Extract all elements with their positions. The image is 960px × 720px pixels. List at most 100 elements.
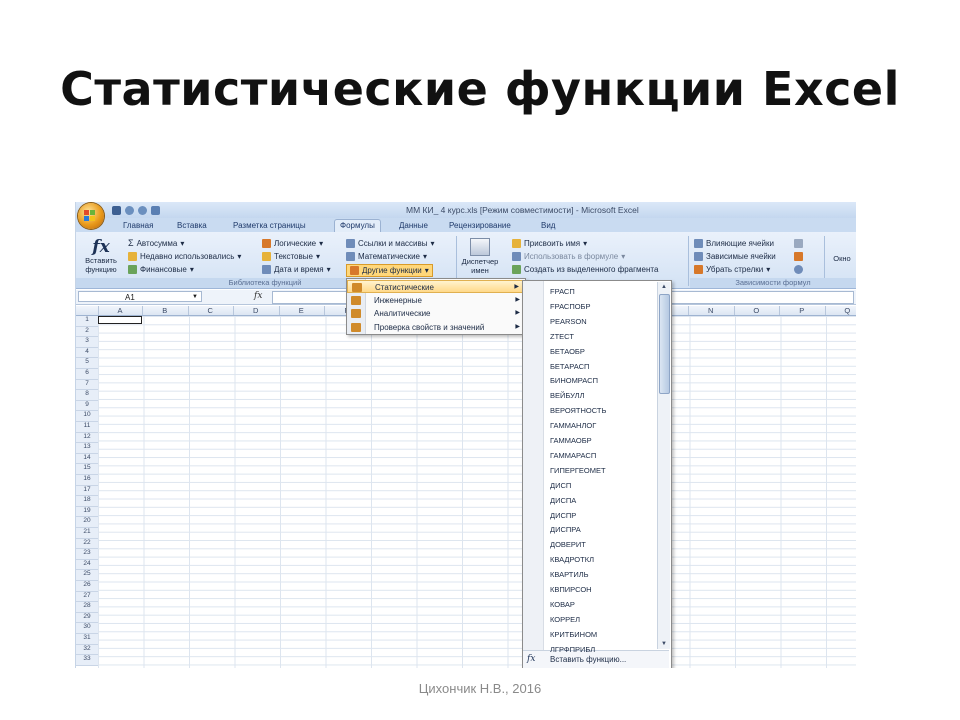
error-checking-icon[interactable] bbox=[794, 251, 803, 262]
row-header[interactable]: 1 bbox=[76, 316, 98, 327]
recent-functions-button[interactable]: Недавно использовались ▾ bbox=[128, 251, 241, 262]
insert-function-button[interactable]: fx Вставить функцию bbox=[82, 238, 120, 274]
autosum-button[interactable]: Σ Автосумма ▾ bbox=[128, 238, 184, 249]
row-header[interactable]: 2 bbox=[76, 326, 98, 338]
function-item[interactable]: ДОВЕРИТ bbox=[550, 537, 650, 552]
math-functions-button[interactable]: Математические ▾ bbox=[346, 251, 427, 262]
row-header[interactable]: 18 bbox=[76, 496, 98, 507]
use-in-formula-button[interactable]: Использовать в формуле ▾ bbox=[512, 251, 625, 262]
function-item[interactable]: PEARSON bbox=[550, 314, 650, 329]
name-box[interactable]: A1 ▼ bbox=[78, 291, 202, 302]
datetime-functions-button[interactable]: Дата и время ▾ bbox=[262, 264, 331, 275]
row-header[interactable]: 8 bbox=[76, 390, 98, 401]
column-header-c[interactable]: C bbox=[188, 306, 234, 315]
menu-item[interactable]: Статистические ▶ bbox=[347, 280, 525, 293]
row-header[interactable]: 3 bbox=[76, 337, 98, 348]
menu-item[interactable]: Аналитические ▶ bbox=[347, 307, 525, 320]
menu-item[interactable]: Инженерные ▶ bbox=[347, 294, 525, 307]
column-header-p[interactable]: P bbox=[779, 306, 826, 315]
function-item[interactable]: КРИТБИНОМ bbox=[550, 627, 650, 642]
row-header[interactable]: 33 bbox=[76, 655, 98, 666]
row-header[interactable]: 25 bbox=[76, 570, 98, 581]
row-header[interactable]: 22 bbox=[76, 538, 98, 550]
scroll-up-icon[interactable]: ▲ bbox=[660, 283, 668, 291]
show-formulas-icon[interactable] bbox=[794, 238, 803, 249]
function-item[interactable]: КОРРЕЛ bbox=[550, 612, 650, 627]
row-header[interactable]: 4 bbox=[76, 347, 98, 359]
row-header[interactable]: 32 bbox=[76, 644, 98, 656]
column-header-n[interactable]: N bbox=[688, 306, 735, 315]
row-header[interactable]: 19 bbox=[76, 506, 98, 518]
function-item[interactable]: ВЕРОЯТНОСТЬ bbox=[550, 403, 650, 418]
row-header[interactable]: 7 bbox=[76, 379, 98, 391]
active-cell-a1[interactable] bbox=[98, 316, 142, 324]
insert-function-fx-icon[interactable]: fx bbox=[254, 291, 270, 302]
lookup-functions-button[interactable]: Ссылки и массивы ▾ bbox=[346, 238, 435, 249]
function-item[interactable]: ГАММАНЛОГ bbox=[550, 418, 650, 433]
row-header[interactable]: 31 bbox=[76, 634, 98, 645]
function-item[interactable]: ГАММАРАСП bbox=[550, 448, 650, 463]
row-header[interactable]: 10 bbox=[76, 411, 98, 422]
worksheet-grid[interactable] bbox=[98, 316, 856, 668]
row-header[interactable]: 17 bbox=[76, 485, 98, 497]
tab-formulas[interactable]: Формулы bbox=[334, 219, 381, 232]
function-item[interactable]: КОВАР bbox=[550, 597, 650, 612]
trace-dependents-button[interactable]: Зависимые ячейки bbox=[694, 251, 776, 262]
row-header[interactable]: 6 bbox=[76, 369, 98, 380]
evaluate-formula-icon[interactable] bbox=[794, 264, 803, 275]
row-header[interactable]: 5 bbox=[76, 358, 98, 369]
undo-icon[interactable] bbox=[125, 205, 134, 215]
row-header[interactable]: 15 bbox=[76, 464, 98, 475]
logical-functions-button[interactable]: Логические ▾ bbox=[262, 238, 323, 249]
row-header[interactable]: 12 bbox=[76, 432, 98, 444]
tab-page-layout[interactable]: Разметка страницы bbox=[228, 220, 311, 232]
row-header[interactable]: 24 bbox=[76, 559, 98, 571]
function-item[interactable]: ГАММАОБР bbox=[550, 433, 650, 448]
function-item[interactable]: FРАСПОБР bbox=[550, 299, 650, 314]
tab-data[interactable]: Данные bbox=[394, 220, 433, 232]
redo-icon[interactable] bbox=[138, 205, 147, 215]
financial-functions-button[interactable]: Финансовые ▾ bbox=[128, 264, 194, 275]
scrollbar-thumb[interactable] bbox=[659, 294, 670, 394]
create-from-selection-button[interactable]: Создать из выделенного фрагмента bbox=[512, 264, 658, 275]
customize-toolbar-icon[interactable] bbox=[151, 205, 160, 215]
column-header-d[interactable]: D bbox=[233, 306, 280, 315]
function-item[interactable]: БЕТАОБР bbox=[550, 344, 650, 359]
row-header[interactable]: 16 bbox=[76, 475, 98, 486]
more-functions-button[interactable]: Другие функции ▾ bbox=[346, 264, 433, 277]
save-icon[interactable] bbox=[112, 205, 121, 215]
assign-name-button[interactable]: Присвоить имя ▾ bbox=[512, 238, 587, 249]
function-item[interactable]: ДИСП bbox=[550, 478, 650, 493]
tab-home[interactable]: Главная bbox=[118, 220, 158, 232]
function-item[interactable]: ДИСПА bbox=[550, 493, 650, 508]
row-header[interactable]: 26 bbox=[76, 581, 98, 592]
function-item[interactable]: ВЕЙБУЛЛ bbox=[550, 388, 650, 403]
row-header[interactable]: 21 bbox=[76, 528, 98, 539]
column-header-q[interactable]: Q bbox=[825, 306, 857, 315]
row-header[interactable]: 13 bbox=[76, 443, 98, 454]
column-header-o[interactable]: O bbox=[734, 306, 780, 315]
function-item[interactable]: ГИПЕРГЕОМЕТ bbox=[550, 463, 650, 478]
function-item[interactable]: БИНОМРАСП bbox=[550, 373, 650, 388]
name-manager-button[interactable]: Диспетчер имен bbox=[458, 238, 502, 275]
scroll-down-icon[interactable]: ▼ bbox=[660, 640, 668, 648]
function-item[interactable]: ДИСПР bbox=[550, 508, 650, 523]
column-header-b[interactable]: B bbox=[142, 306, 189, 315]
row-header[interactable]: 23 bbox=[76, 549, 98, 560]
text-functions-button[interactable]: Текстовые ▾ bbox=[262, 251, 320, 262]
list-scrollbar[interactable]: ▲ ▼ bbox=[657, 282, 670, 649]
tab-review[interactable]: Рецензирование bbox=[444, 220, 516, 232]
function-item[interactable]: FРАСП bbox=[550, 284, 650, 299]
function-item[interactable]: БЕТАРАСП bbox=[550, 359, 650, 374]
row-header[interactable]: 29 bbox=[76, 612, 98, 624]
row-header[interactable]: 20 bbox=[76, 517, 98, 528]
function-item[interactable]: ДИСПРА bbox=[550, 522, 650, 537]
tab-view[interactable]: Вид bbox=[536, 220, 560, 232]
function-item[interactable]: ZТЕСТ bbox=[550, 329, 650, 344]
function-item[interactable]: КВПИРСОН bbox=[550, 582, 650, 597]
remove-arrows-button[interactable]: Убрать стрелки ▾ bbox=[694, 264, 770, 275]
row-header[interactable]: 14 bbox=[76, 453, 98, 465]
row-header[interactable]: 11 bbox=[76, 422, 98, 433]
function-item[interactable]: ЛГРФПРИБЛ bbox=[550, 642, 650, 657]
watch-window-button[interactable]: Окно bbox=[828, 254, 856, 263]
